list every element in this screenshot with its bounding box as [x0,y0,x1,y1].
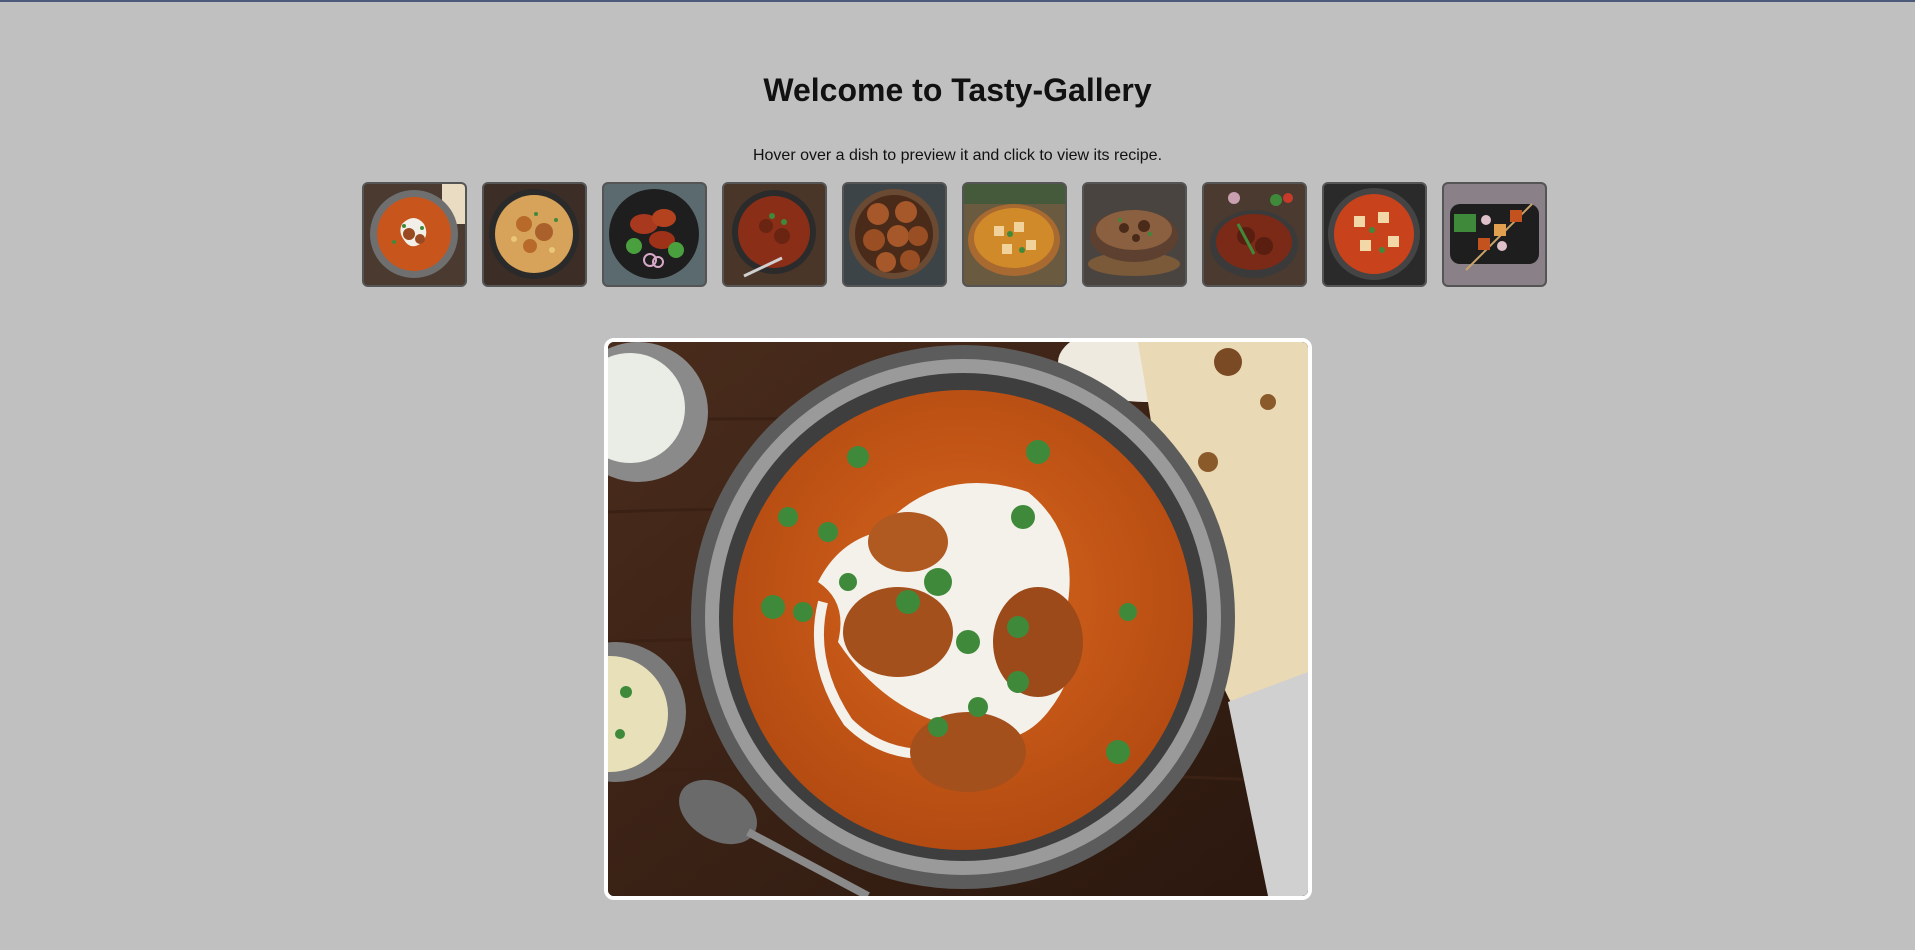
rice-platter-icon [1084,184,1185,285]
thumbnail-biryani[interactable] [482,182,587,287]
thumbnail-butter-chicken[interactable] [362,182,467,287]
thumbnail-mutton-biryani[interactable] [1082,182,1187,287]
instructions-text: Hover over a dish to preview it and clic… [752,147,1163,164]
thumbnail-gulab-jamun[interactable] [842,182,947,287]
paneer-bowl-icon [1324,184,1425,285]
curry-bowl-icon [364,184,465,285]
top-border-line [0,0,1915,2]
thumbnail-paneer-masala[interactable] [1322,182,1427,287]
dish-preview-image[interactable] [604,338,1312,900]
rice-bowl-icon [484,184,585,285]
thumbnail-gallery [362,182,1547,288]
grilled-chicken-icon [604,184,705,285]
skewer-icon [1444,184,1545,285]
dessert-bowl-icon [844,184,945,285]
curry-bowl-icon [724,184,825,285]
thumbnail-paneer-tikka[interactable] [1442,182,1547,287]
thumbnail-tandoori-chicken[interactable] [602,182,707,287]
butter-chicken-image [608,342,1308,896]
thumbnail-rogan-josh[interactable] [1202,182,1307,287]
thumbnail-paneer-curry[interactable] [962,182,1067,287]
thumbnail-mutton-curry[interactable] [722,182,827,287]
curry-bowl-icon [1204,184,1305,285]
paneer-bowl-icon [964,184,1065,285]
page-title: Welcome to Tasty-Gallery [763,72,1152,108]
